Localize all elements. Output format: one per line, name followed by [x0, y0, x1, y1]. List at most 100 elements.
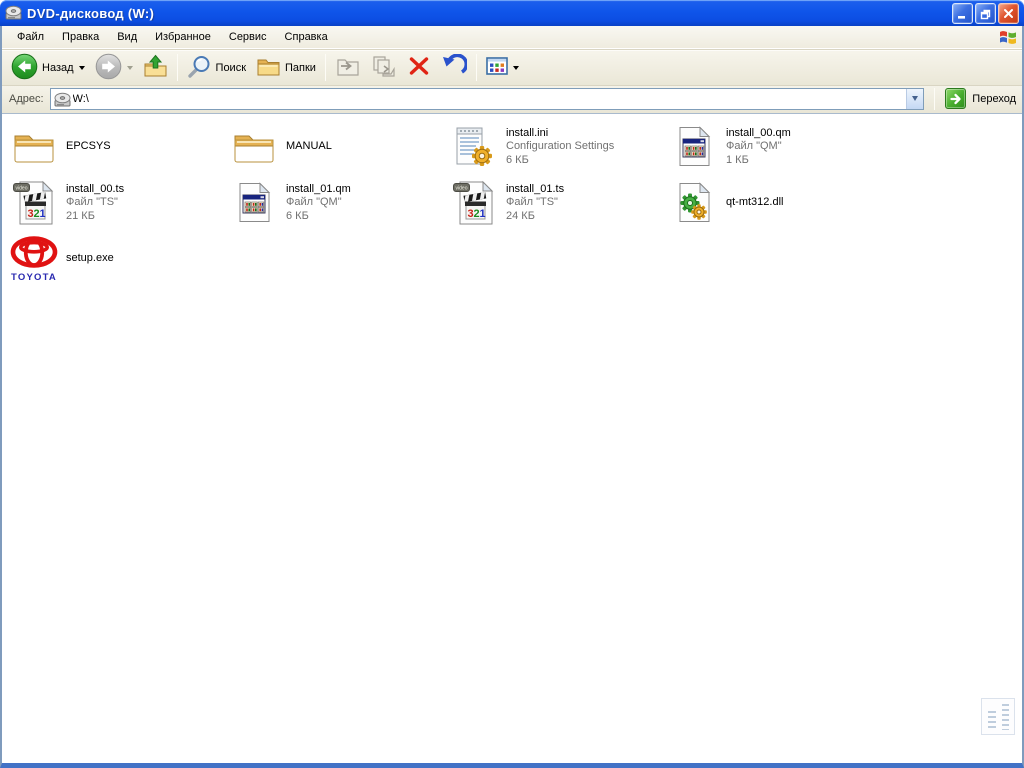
address-dropdown-button[interactable]	[906, 89, 923, 109]
folder-up-icon	[143, 54, 168, 82]
toyota-wordmark: TOYOTA	[11, 272, 57, 283]
toolbar: Назад	[2, 49, 1022, 86]
back-icon	[11, 53, 38, 83]
file-size: 6 КБ	[506, 154, 614, 168]
forward-dropdown-caret	[127, 66, 133, 70]
file-tile-text: install_00.qm Файл "QM" 1 КБ	[726, 127, 791, 168]
toolbar-separator	[476, 54, 477, 81]
back-button[interactable]: Назад	[6, 51, 90, 85]
restore-button[interactable]	[975, 3, 996, 24]
toolbar-separator	[325, 54, 326, 81]
file-tile[interactable]: 3 2 1 video install_00.ts Файл "TS" 21 К…	[10, 177, 224, 229]
file-tile[interactable]: install.ini Configuration Settings 6 КБ	[450, 121, 664, 173]
address-bar: Адрес: Переход	[2, 86, 1022, 114]
file-tile[interactable]: qt-mt312.dll	[670, 177, 884, 229]
file-tile-text: MANUAL	[286, 140, 332, 154]
dvd-drive-icon[interactable]	[5, 4, 23, 22]
menu-view[interactable]: Вид	[108, 27, 146, 47]
file-tile-text: qt-mt312.dll	[726, 196, 783, 210]
file-tile-text: install.ini Configuration Settings 6 КБ	[506, 127, 614, 168]
file-tile[interactable]: MANUAL	[230, 121, 444, 173]
address-input[interactable]	[73, 90, 907, 108]
file-list-area[interactable]: EPCSYS MANUAL	[2, 114, 1022, 763]
move-to-icon	[335, 54, 361, 81]
ts-video-badge: video	[456, 185, 468, 191]
up-button[interactable]	[138, 52, 173, 84]
file-name: MANUAL	[286, 140, 332, 154]
file-type: Configuration Settings	[506, 140, 614, 154]
file-name: install_00.qm	[726, 127, 791, 141]
file-name: setup.exe	[66, 252, 114, 266]
file-tile-text: install_01.qm Файл "QM" 6 КБ	[286, 183, 351, 224]
watermark-dashes	[1002, 704, 1010, 730]
chevron-down-icon	[912, 96, 918, 101]
undo-icon	[441, 54, 467, 82]
folders-icon	[256, 54, 281, 82]
copy-to-button	[366, 52, 402, 83]
go-button[interactable]	[945, 88, 966, 109]
delete-button[interactable]	[402, 52, 436, 83]
folders-button[interactable]: Папки	[251, 52, 321, 84]
folder-icon	[230, 122, 278, 172]
dll-file-icon	[670, 178, 718, 228]
file-size: 24 КБ	[506, 210, 564, 224]
ts-digit-1: 1	[480, 208, 486, 220]
back-dropdown-caret[interactable]	[79, 66, 85, 70]
views-icon	[486, 57, 508, 79]
windows-logo-icon	[998, 27, 1018, 47]
file-type: Файл "TS"	[66, 196, 124, 210]
file-tile[interactable]: EPCSYS	[10, 121, 224, 173]
qm-file-icon	[230, 178, 278, 228]
close-button[interactable]	[998, 3, 1019, 24]
ts-digit-1: 1	[40, 208, 46, 220]
file-tile-text: EPCSYS	[66, 140, 111, 154]
undo-button[interactable]	[436, 52, 472, 84]
file-name: qt-mt312.dll	[726, 196, 783, 210]
ts-file-icon: 3 2 1 video	[450, 178, 498, 228]
search-button[interactable]: Поиск	[182, 52, 251, 84]
views-button[interactable]	[481, 55, 524, 81]
explorer-window: DVD-дисковод (W:) Файл Правка Вид Избран…	[0, 0, 1024, 768]
file-tile[interactable]: install_00.qm Файл "QM" 1 КБ	[670, 121, 884, 173]
menu-tools[interactable]: Сервис	[220, 27, 276, 47]
move-to-button	[330, 52, 366, 83]
ini-file-icon	[450, 122, 498, 172]
ts-file-icon: 3 2 1 video	[10, 178, 58, 228]
ts-video-badge: video	[16, 185, 28, 191]
copy-to-icon	[371, 54, 397, 81]
views-dropdown-caret[interactable]	[513, 66, 519, 70]
watermark	[981, 698, 1015, 735]
search-icon	[187, 54, 212, 82]
folders-label: Папки	[285, 62, 316, 74]
folder-icon	[10, 122, 58, 172]
file-size: 21 КБ	[66, 210, 124, 224]
file-name: install_01.ts	[506, 183, 564, 197]
file-name: install_01.qm	[286, 183, 351, 197]
toolbar-separator	[934, 88, 935, 110]
minimize-button[interactable]	[952, 3, 973, 24]
file-type: Файл "QM"	[286, 196, 351, 210]
dvd-drive-icon	[54, 91, 69, 106]
menu-favorites[interactable]: Избранное	[146, 27, 220, 47]
file-tile[interactable]: TOYOTA setup.exe	[10, 233, 224, 285]
address-combobox[interactable]	[50, 88, 925, 110]
forward-button	[90, 51, 138, 85]
file-name: install_00.ts	[66, 183, 124, 197]
search-label: Поиск	[216, 62, 246, 74]
watermark-dashes	[988, 711, 996, 730]
menu-bar: Файл Правка Вид Избранное Сервис Справка	[2, 26, 1022, 49]
file-tile-text: install_00.ts Файл "TS" 21 КБ	[66, 183, 124, 224]
file-size: 1 КБ	[726, 154, 791, 168]
file-tile[interactable]: 3 2 1 video install_01.ts Файл "TS" 24 К…	[450, 177, 664, 229]
file-type: Файл "TS"	[506, 196, 564, 210]
menu-help[interactable]: Справка	[276, 27, 337, 47]
file-tile-text: setup.exe	[66, 252, 114, 266]
toyota-exe-icon: TOYOTA	[10, 234, 58, 284]
back-label: Назад	[42, 62, 74, 74]
file-tile[interactable]: install_01.qm Файл "QM" 6 КБ	[230, 177, 444, 229]
menu-file[interactable]: Файл	[8, 27, 53, 47]
delete-x-icon	[407, 54, 431, 81]
go-label: Переход	[972, 93, 1016, 105]
menu-edit[interactable]: Правка	[53, 27, 108, 47]
qm-file-icon	[670, 122, 718, 172]
